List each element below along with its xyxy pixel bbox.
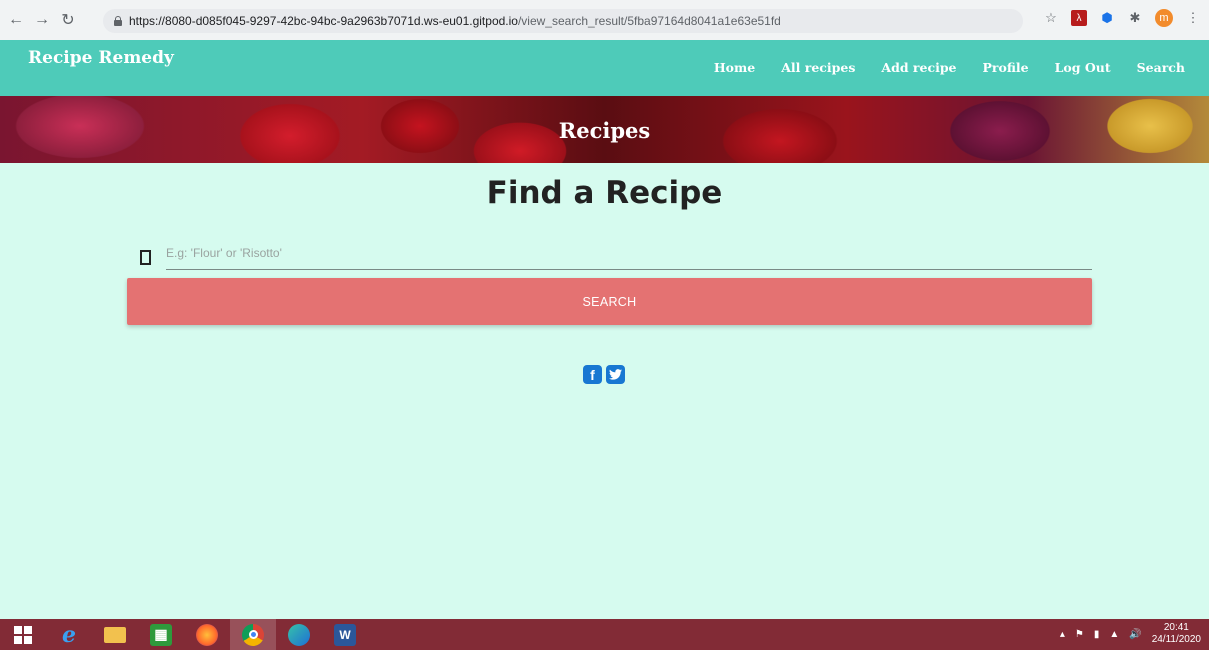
- menu-kebab-icon[interactable]: ⋮: [1185, 10, 1201, 26]
- search-row: [127, 237, 1092, 271]
- twitter-icon[interactable]: [606, 365, 625, 384]
- hero-title: Recipes: [558, 118, 651, 143]
- nav-all-recipes[interactable]: All recipes: [781, 60, 855, 75]
- page-title: Find a Recipe: [486, 175, 723, 211]
- brand-logo[interactable]: Recipe Remedy: [28, 48, 174, 68]
- profile-avatar[interactable]: m: [1155, 9, 1173, 27]
- url-host: https://8080-d085f045-9297-42bc-94bc-9a2…: [129, 14, 518, 28]
- back-arrow-icon[interactable]: ←: [6, 10, 26, 30]
- windows-start-icon[interactable]: [0, 619, 46, 650]
- chrome-icon[interactable]: [230, 619, 276, 650]
- volume-icon[interactable]: 🔊: [1129, 629, 1141, 640]
- address-bar[interactable]: https://8080-d085f045-9297-42bc-94bc-9a2…: [103, 9, 1023, 33]
- site-navbar: Recipe Remedy Home All recipes Add recip…: [0, 40, 1209, 96]
- word-icon[interactable]: W: [322, 619, 368, 650]
- nav-add-recipe[interactable]: Add recipe: [881, 60, 956, 75]
- nav-search[interactable]: Search: [1137, 60, 1185, 75]
- nav-log-out[interactable]: Log Out: [1055, 60, 1111, 75]
- battery-icon[interactable]: ▮: [1094, 629, 1100, 640]
- reload-icon[interactable]: ↻: [58, 10, 78, 30]
- nav-profile[interactable]: Profile: [983, 60, 1029, 75]
- facebook-icon[interactable]: f: [583, 365, 602, 384]
- internet-explorer-icon[interactable]: e: [46, 619, 92, 650]
- hero-banner: Recipes: [0, 96, 1209, 163]
- social-links: f: [583, 365, 625, 384]
- nav-home[interactable]: Home: [714, 60, 755, 75]
- os-taskbar: e ▦ W ▴ ⚑ ▮ ▲ 🔊 20:41 24/11/2020: [0, 619, 1209, 650]
- search-field-icon: [140, 250, 151, 265]
- notification-flag-icon[interactable]: ⚑: [1075, 629, 1084, 640]
- search-button[interactable]: SEARCH: [127, 278, 1092, 325]
- puzzle-extensions-icon[interactable]: ✱: [1127, 10, 1143, 26]
- network-signal-icon[interactable]: ▲: [1109, 629, 1119, 640]
- pdf-extension-icon[interactable]: λ: [1071, 10, 1087, 26]
- nav-links: Home All recipes Add recipe Profile Log …: [714, 60, 1185, 75]
- edge-icon[interactable]: [276, 619, 322, 650]
- file-explorer-icon[interactable]: [92, 619, 138, 650]
- hexagon-extension-icon[interactable]: ⬢: [1099, 10, 1115, 26]
- browser-toolbar: ← → ↻ https://8080-d085f045-9297-42bc-94…: [0, 0, 1209, 40]
- store-icon[interactable]: ▦: [138, 619, 184, 650]
- clock[interactable]: 20:41 24/11/2020: [1152, 622, 1201, 646]
- forward-arrow-icon[interactable]: →: [32, 10, 52, 30]
- lock-icon: [113, 16, 123, 26]
- search-input[interactable]: [166, 237, 1092, 270]
- firefox-icon[interactable]: [184, 619, 230, 650]
- url-path: /view_search_result/5fba97164d8041a1e63e…: [517, 14, 781, 28]
- system-tray: ▴ ⚑ ▮ ▲ 🔊 20:41 24/11/2020: [1060, 622, 1201, 646]
- clock-time: 20:41: [1163, 622, 1189, 633]
- clock-date: 24/11/2020: [1151, 634, 1201, 645]
- tray-expand-icon[interactable]: ▴: [1060, 629, 1065, 640]
- star-icon[interactable]: ☆: [1043, 10, 1059, 26]
